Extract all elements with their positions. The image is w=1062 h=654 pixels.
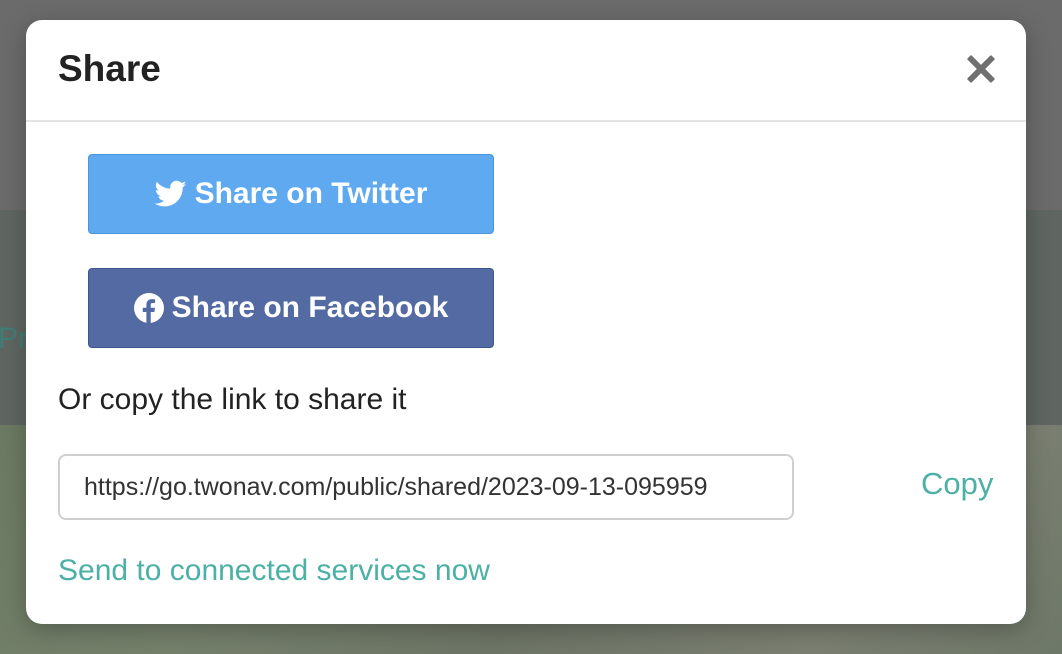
share-dialog: Share Share on Twitter Share on Facebook… — [26, 20, 1026, 624]
background-partial-text: Pr — [0, 322, 28, 355]
close-icon[interactable] — [966, 54, 996, 84]
send-to-connected-services-link[interactable]: Send to connected services now — [58, 554, 490, 588]
share-on-facebook-button[interactable]: Share on Facebook — [88, 268, 494, 348]
dialog-title: Share — [58, 48, 161, 89]
facebook-button-label: Share on Facebook — [171, 291, 449, 324]
dialog-header: Share — [26, 20, 1026, 122]
facebook-logo-icon — [133, 293, 164, 323]
twitter-button-label: Share on Twitter — [194, 177, 428, 210]
share-on-twitter-button[interactable]: Share on Twitter — [88, 154, 494, 234]
copy-button[interactable]: Copy — [921, 466, 993, 502]
twitter-bird-icon — [154, 180, 187, 208]
copy-link-label: Or copy the link to share it — [58, 383, 407, 416]
share-link-field[interactable] — [58, 454, 794, 520]
